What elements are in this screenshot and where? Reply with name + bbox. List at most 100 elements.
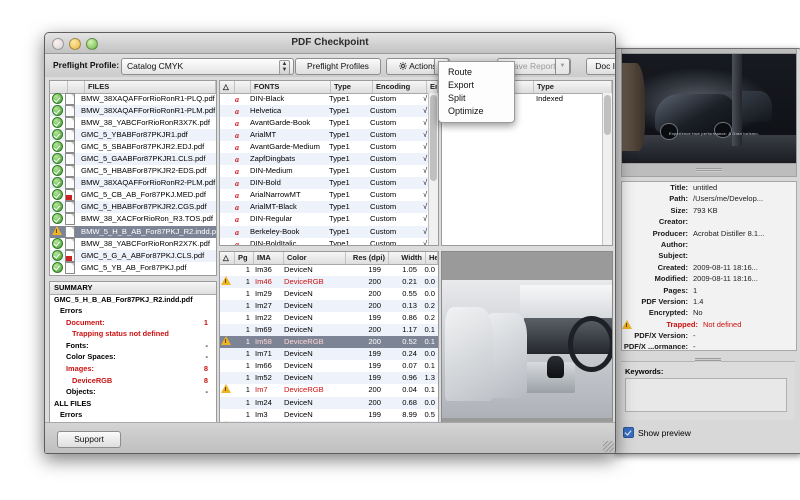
image-row[interactable]: 1 Im58 DeviceRGB 200 0.52 0.1 xyxy=(220,336,438,349)
keywords-input[interactable] xyxy=(625,378,787,412)
resize-grip-2[interactable] xyxy=(696,168,722,172)
files-status-col[interactable] xyxy=(50,81,68,93)
image-row[interactable]: 1 Im22 DeviceN 199 0.86 0.2 xyxy=(220,312,438,324)
preflight-profile-select[interactable]: Catalog CMYK ▲ ▼ xyxy=(121,58,294,75)
image-id: Im24 xyxy=(255,397,272,407)
image-row[interactable]: 1 Im66 DeviceN 199 0.07 0.1 xyxy=(220,360,438,372)
image-row[interactable]: 1 Im7 DeviceRGB 200 0.04 0.1 xyxy=(220,384,438,396)
font-row[interactable]: a DIN-Black Type1 Custom √ xyxy=(220,93,429,105)
actions-label: Actions xyxy=(409,61,437,71)
document-file-icon xyxy=(65,237,75,250)
menu-item-route[interactable]: Route xyxy=(439,66,514,79)
image-page: 1 xyxy=(245,337,250,347)
preflight-profiles-button[interactable]: Preflight Profiles xyxy=(295,58,381,75)
file-row[interactable]: BMW_38_YABCForRioRonR3X7K.pdf xyxy=(50,117,216,130)
image-warn xyxy=(220,276,232,288)
font-encoding: Custom xyxy=(370,142,397,152)
images-ima-col[interactable]: IMA xyxy=(254,252,284,264)
images-height-col[interactable]: Heigh xyxy=(426,252,438,264)
font-row[interactable]: a DIN-Bold Type1 Custom √ xyxy=(220,177,429,190)
document-file-icon xyxy=(65,129,75,142)
file-row[interactable]: BMW_38_XACForRioRon_R3.TOS.pdf xyxy=(50,213,216,226)
file-row[interactable]: GMC_5_YBABFor87PKJR1.pdf xyxy=(50,129,216,142)
images-width-col[interactable]: Width xyxy=(389,252,426,264)
images-color-col[interactable]: Color xyxy=(284,252,346,264)
status-ok-icon xyxy=(51,153,63,165)
image-page: 1 xyxy=(245,385,250,395)
images-pg-col[interactable]: Pg xyxy=(235,252,254,264)
fonts-icon-col[interactable] xyxy=(235,81,251,93)
font-icon: a xyxy=(234,153,247,165)
files-icon-col[interactable] xyxy=(68,81,85,93)
actions-dropdown-menu[interactable]: Route Export Split Optimize xyxy=(438,61,515,123)
image-row[interactable]: 1 Im3 DeviceN 199 8.99 0.5 xyxy=(220,409,438,421)
window-resize-handle[interactable] xyxy=(603,441,614,452)
font-row[interactable]: a DIN-BoldItalic Type1 Custom √ xyxy=(220,238,429,245)
fonts-emb-col[interactable]: Emb xyxy=(427,81,438,93)
colorspaces-scrollbar[interactable] xyxy=(602,93,612,245)
colorspaces-type-col[interactable]: Type xyxy=(534,81,612,93)
images-warn-col[interactable]: △ xyxy=(220,252,235,264)
title-bar[interactable]: PDF Checkpoint xyxy=(45,33,615,54)
doc-info-button[interactable]: Doc Info ▶ xyxy=(586,58,615,75)
file-row[interactable]: BMW_38XAQAFForRioRonR1-PLM.pdf xyxy=(50,105,216,118)
file-row[interactable]: GMC_5_SBABFor87PKJR2.EDJ.pdf xyxy=(50,141,216,154)
checkbox-checked-icon[interactable] xyxy=(623,427,634,438)
files-name-col[interactable]: FILES xyxy=(85,81,216,93)
menu-item-export[interactable]: Export xyxy=(439,79,514,92)
file-row[interactable]: BMW_5_H_B_AB_For87PKJ_R2.indd.pdf xyxy=(50,225,216,238)
file-row[interactable]: GMC_5_CB_AB_For87PKJ.MED.pdf xyxy=(50,189,216,202)
font-row[interactable]: a ZapfDingbats Type1 Custom √ xyxy=(220,153,429,166)
file-row[interactable]: GMC_5_HBABFor87PKJR2.CGS.pdf xyxy=(50,201,216,214)
images-res-col[interactable]: Res (dpi) xyxy=(346,252,389,264)
image-row[interactable]: 1 Im46 DeviceRGB 200 0.21 0.0 xyxy=(220,276,438,289)
image-row[interactable]: 1 Im52 DeviceN 199 0.96 1.3 xyxy=(220,372,438,385)
image-row[interactable]: 1 Im24 DeviceN 200 0.68 0.0 xyxy=(220,396,438,409)
font-row[interactable]: a DIN-Medium Type1 Custom √ xyxy=(220,165,429,177)
fonts-name-col[interactable]: FONTS xyxy=(251,81,331,93)
files-list[interactable]: BMW_38XAQAFForRioRonR1-PLQ.pdf BMW_38XAQA… xyxy=(50,93,216,275)
summary-row: ALL FILES xyxy=(50,398,216,410)
summary-label: DeviceRGB xyxy=(72,375,113,385)
menu-item-split[interactable]: Split xyxy=(439,92,514,105)
image-id: Im22 xyxy=(255,313,272,323)
file-row[interactable]: BMW_38XAQAFForRioRonR1-PLQ.pdf xyxy=(50,93,216,105)
fonts-scrollbar[interactable] xyxy=(428,93,438,245)
image-colorspace: DeviceN xyxy=(284,349,313,359)
fonts-list[interactable]: a DIN-Black Type1 Custom √ a Helvetica Type1 Cus… xyxy=(220,93,429,245)
font-row[interactable]: a Berkeley-Book Type1 Custom √ xyxy=(220,225,429,238)
file-row[interactable]: BMW_38_YABCForRioRonR2X7K.pdf xyxy=(50,237,216,250)
font-row[interactable]: a ArialMT-Black Type1 Custom √ xyxy=(220,201,429,214)
font-row[interactable]: a AvantGarde-Book Type1 Custom √ xyxy=(220,117,429,129)
font-row[interactable]: a AvantGarde-Medium Type1 Custom √ xyxy=(220,141,429,153)
image-warn xyxy=(220,409,232,421)
file-row[interactable]: GMC_5_G_A_ABFor87PKJ.CLS.pdf xyxy=(50,249,216,262)
fonts-type-col[interactable]: Type xyxy=(331,81,373,93)
file-name: BMW_38XAQAFForRioRonR1-PLQ.pdf xyxy=(81,94,215,103)
file-row[interactable]: GMC_5_YB_AB_For87PKJ.pdf xyxy=(50,261,216,274)
file-row[interactable]: BMW_38XAQAFForRioRonR2-PLM.pdf xyxy=(50,177,216,190)
image-row[interactable]: 1 Im69 DeviceN 200 1.17 0.1 xyxy=(220,324,438,337)
font-row[interactable]: a ArialNarrowMT Type1 Custom √ xyxy=(220,189,429,201)
save-reports-chevron-icon[interactable]: ▼ xyxy=(555,58,570,75)
file-row[interactable]: GMC_5_HBABFor87PKJR2-EDS.pdf xyxy=(50,165,216,178)
image-row[interactable]: 1 Im27 DeviceN 200 0.13 0.2 xyxy=(220,300,438,313)
image-row[interactable]: 1 Im71 DeviceN 199 0.24 0.0 xyxy=(220,348,438,361)
fonts-scroll-thumb[interactable] xyxy=(430,95,437,181)
font-row[interactable]: a Helvetica Type1 Custom √ xyxy=(220,105,429,118)
support-button[interactable]: Support xyxy=(57,431,121,448)
colorspaces-scroll-thumb[interactable] xyxy=(604,95,611,135)
font-row[interactable]: a ArialMT Type1 Custom √ xyxy=(220,129,429,142)
resize-grip[interactable] xyxy=(696,48,722,49)
fonts-warn-col[interactable]: △ xyxy=(220,81,235,93)
show-preview-checkbox[interactable]: Show preview xyxy=(623,427,691,438)
image-row[interactable]: 1 Im36 DeviceN 199 1.05 0.0 xyxy=(220,264,438,276)
menu-item-optimize[interactable]: Optimize xyxy=(439,105,514,118)
image-row[interactable]: 1 Im29 DeviceN 200 0.55 0.0 xyxy=(220,288,438,300)
image-warn xyxy=(220,288,232,300)
resize-grip-3[interactable] xyxy=(695,358,721,362)
fonts-encoding-col[interactable]: Encoding xyxy=(373,81,427,93)
file-row[interactable]: GMC_5_GAABFor87PKJR1.CLS.pdf xyxy=(50,153,216,166)
font-row[interactable]: a DIN-Regular Type1 Custom √ xyxy=(220,213,429,225)
save-reports-label: Save Reports xyxy=(508,61,560,71)
